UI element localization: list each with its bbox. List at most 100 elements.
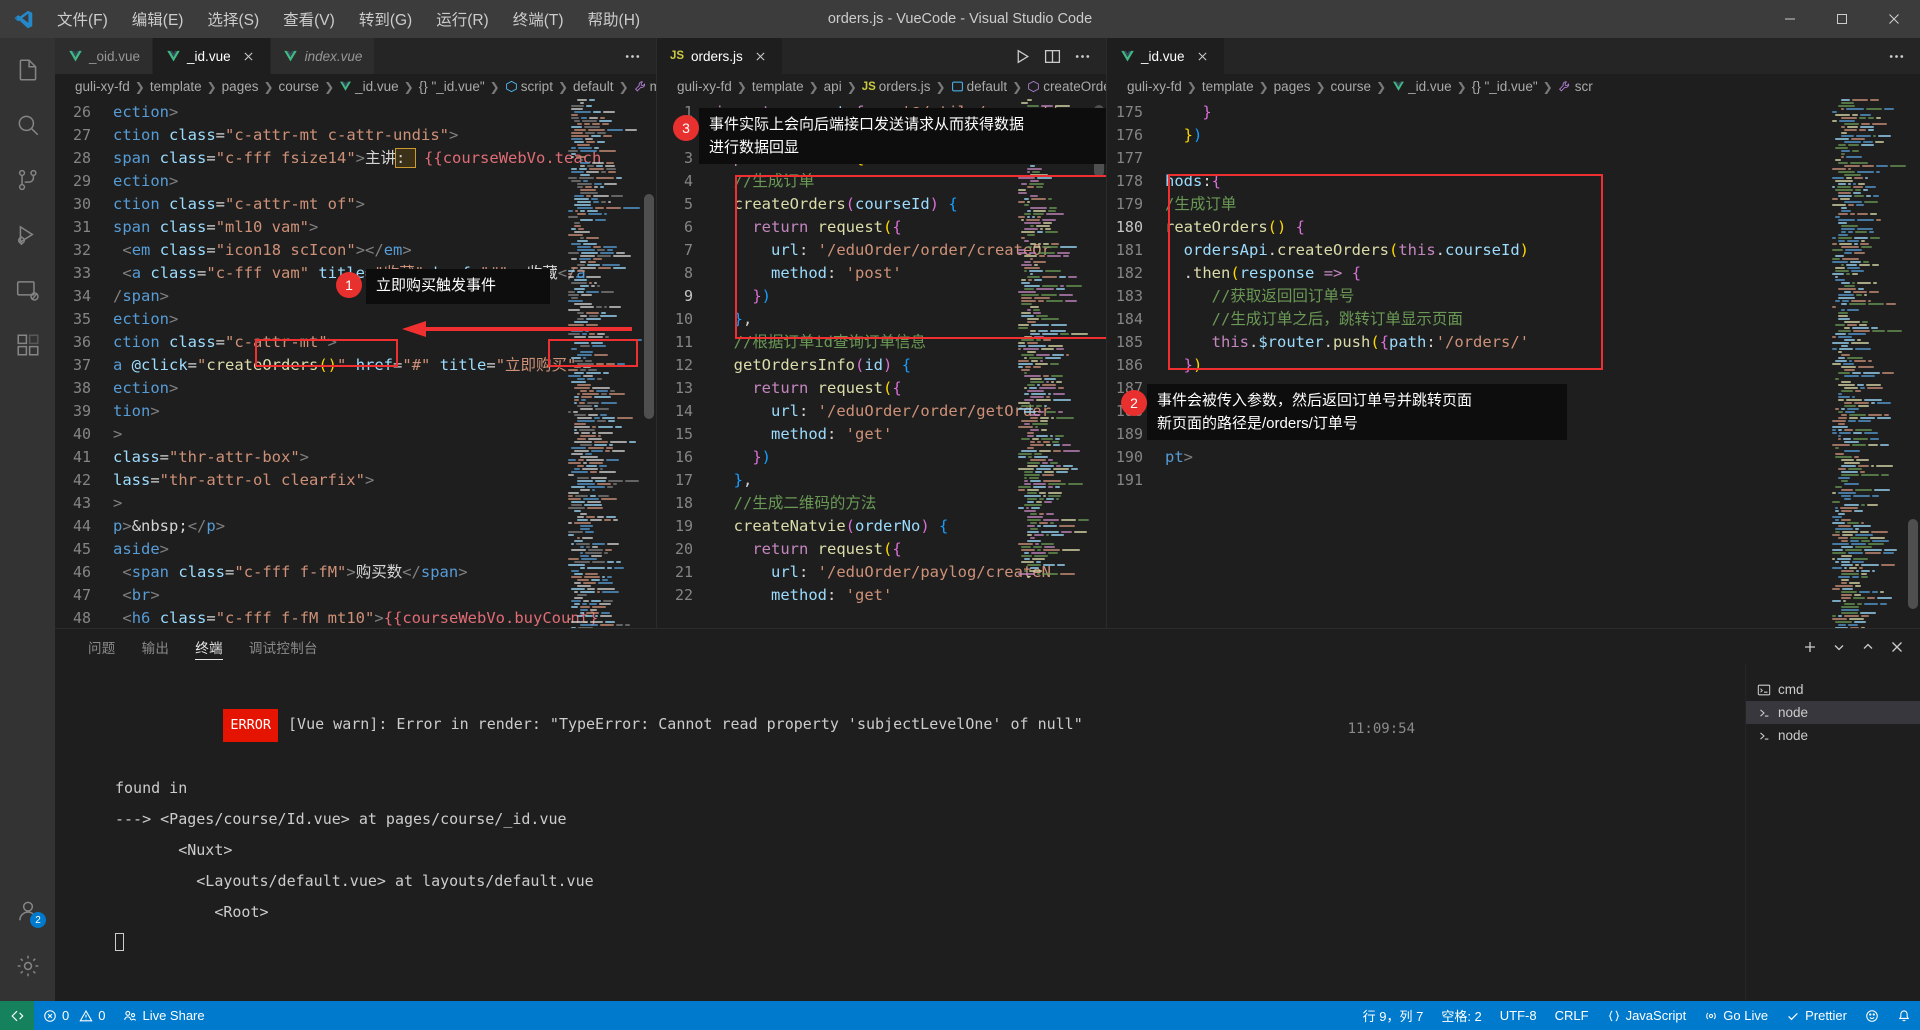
breadcrumb-1[interactable]: guli-xy-fd ❯ template ❯ pages ❯ course ❯ _id… [55, 74, 656, 99]
code-lines-2[interactable]: 1import request from '@/utils/request' 2… [657, 99, 1106, 628]
language-mode[interactable]: JavaScript [1598, 1001, 1696, 1030]
more-actions-icon[interactable] [618, 42, 646, 70]
panel-tab-output[interactable]: 输出 [129, 629, 183, 664]
close-icon[interactable] [1868, 0, 1920, 38]
breadcrumb-item[interactable]: orders.js [879, 79, 931, 94]
split-editor-icon[interactable] [1038, 42, 1066, 70]
code-editor-1[interactable]: 26 ection> 27 ction class="c-attr-mt c-att… [55, 99, 656, 628]
terminal-output[interactable]: ERROR [Vue warn]: Error in render: "TypeE… [55, 664, 1745, 1001]
minimize-icon[interactable] [1764, 0, 1816, 38]
breadcrumb-item[interactable]: script [521, 79, 553, 94]
terminal-list[interactable]: cmd node node [1745, 664, 1920, 1001]
terminal-list-item-cmd[interactable]: cmd [1746, 678, 1920, 701]
code-lines-1[interactable]: 26 ection> 27 ction class="c-attr-mt c-att… [55, 99, 656, 628]
panel-actions[interactable] [1797, 634, 1920, 660]
debug-icon[interactable] [0, 207, 55, 262]
go-live-button[interactable]: Go Live [1695, 1001, 1777, 1030]
breadcrumb-item[interactable]: course [1331, 79, 1372, 94]
eol[interactable]: CRLF [1546, 1001, 1598, 1030]
menu-view[interactable]: 查看(V) [272, 4, 346, 34]
menu-file[interactable]: 文件(F) [46, 4, 119, 34]
tab-id-vue-right[interactable]: _id.vue [1107, 38, 1225, 74]
terminal-list-item-node-1[interactable]: node [1746, 701, 1920, 724]
menu-terminal[interactable]: 终端(T) [502, 4, 575, 34]
menu-help[interactable]: 帮助(H) [577, 4, 652, 34]
panel-tabs[interactable]: 问题 输出 终端 调试控制台 [75, 629, 331, 664]
extensions-icon[interactable] [0, 317, 55, 372]
panel-tab-debug-console[interactable]: 调试控制台 [236, 629, 331, 664]
breadcrumb-item[interactable]: template [752, 79, 804, 94]
chevron-down-icon[interactable] [1826, 634, 1852, 660]
terminal-list-item-node-2[interactable]: node [1746, 724, 1920, 747]
breadcrumb-item[interactable]: guli-xy-fd [677, 79, 732, 94]
bell-icon[interactable] [1888, 1001, 1920, 1030]
tab-orders-js[interactable]: JS orders.js [657, 38, 783, 74]
breadcrumb-2[interactable]: guli-xy-fd ❯ template ❯ api ❯ JS orders.js ❯… [657, 74, 1106, 99]
breadcrumb-3[interactable]: guli-xy-fd ❯ template ❯ pages ❯ course ❯ _id… [1107, 74, 1920, 99]
remote-explorer-icon[interactable] [0, 262, 55, 317]
close-icon[interactable] [239, 47, 258, 66]
breadcrumb-item[interactable]: guli-xy-fd [75, 79, 130, 94]
files-icon[interactable] [0, 42, 55, 97]
remote-host-button[interactable] [0, 1001, 34, 1030]
breadcrumb-item[interactable]: scr [1575, 79, 1593, 94]
account-icon[interactable]: 2 [0, 883, 55, 938]
panel-tab-problems[interactable]: 问题 [75, 629, 129, 664]
prettier-button[interactable]: Prettier [1777, 1001, 1856, 1030]
editor-scrollbar-2[interactable] [1092, 99, 1106, 628]
breadcrumb-item[interactable]: {} "_id.vue" [419, 79, 485, 94]
problems-button[interactable]: 0 0 [34, 1001, 114, 1030]
breadcrumb-item[interactable]: default [967, 79, 1008, 94]
editor-scrollbar-1[interactable] [642, 99, 656, 628]
breadcrumb-item[interactable]: _id.vue [355, 79, 399, 94]
search-icon[interactable] [0, 97, 55, 152]
tab-bar-1[interactable]: _oid.vue _id.vue index.vue [55, 38, 656, 74]
breadcrumb-item[interactable]: template [150, 79, 202, 94]
tab-bar-actions-2[interactable] [1008, 38, 1106, 74]
feedback-button[interactable] [1856, 1001, 1888, 1030]
menu-selection[interactable]: 选择(S) [196, 4, 270, 34]
menu-bar[interactable]: 文件(F) 编辑(E) 选择(S) 查看(V) 转到(G) 运行(R) 终端(T… [46, 4, 651, 34]
status-bar[interactable]: 0 0 Live Share 行 9，列 7 空格: 2 UTF-8 CRLF … [0, 1001, 1920, 1030]
close-panel-icon[interactable] [1884, 634, 1910, 660]
tab-bar-2[interactable]: JS orders.js [657, 38, 1106, 74]
tab-bar-actions-1[interactable] [618, 38, 656, 74]
breadcrumb-item[interactable]: pages [1274, 79, 1311, 94]
breadcrumb-item[interactable]: _id.vue [1408, 79, 1452, 94]
close-icon[interactable] [1193, 47, 1212, 66]
code-editor-3[interactable]: 175 } 176 }) 177 178 hods:{ 179/生成订单 180 r… [1107, 99, 1920, 628]
window-controls[interactable] [1764, 0, 1920, 38]
code-editor-2[interactable]: 1import request from '@/utils/request' 2… [657, 99, 1106, 628]
editor-scrollbar-3[interactable] [1906, 99, 1920, 628]
live-share-button[interactable]: Live Share [114, 1001, 213, 1030]
encoding[interactable]: UTF-8 [1491, 1001, 1546, 1030]
status-bar-right[interactable]: 行 9，列 7 空格: 2 UTF-8 CRLF JavaScript Go L… [1354, 1001, 1920, 1030]
tab-bar-actions-3[interactable] [1882, 38, 1920, 74]
breadcrumb-item[interactable]: guli-xy-fd [1127, 79, 1182, 94]
menu-edit[interactable]: 编辑(E) [121, 4, 195, 34]
breadcrumb-item[interactable]: pages [222, 79, 259, 94]
source-control-icon[interactable] [0, 152, 55, 207]
breadcrumb-item[interactable]: {} "_id.vue" [1472, 79, 1538, 94]
more-actions-icon[interactable] [1068, 42, 1096, 70]
breadcrumb-item[interactable]: createOrders [1043, 79, 1106, 94]
tab-index-vue[interactable]: index.vue [270, 38, 376, 74]
breadcrumb-item[interactable]: template [1202, 79, 1254, 94]
panel-tab-terminal[interactable]: 终端 [182, 629, 236, 664]
menu-run[interactable]: 运行(R) [425, 4, 500, 34]
add-terminal-icon[interactable] [1797, 634, 1823, 660]
tab-bar-3[interactable]: _id.vue [1107, 38, 1920, 74]
tab-id-vue[interactable]: _id.vue [153, 38, 271, 74]
indentation[interactable]: 空格: 2 [1432, 1001, 1490, 1030]
cursor-position[interactable]: 行 9，列 7 [1354, 1001, 1433, 1030]
menu-go[interactable]: 转到(G) [348, 4, 423, 34]
breadcrumb-item[interactable]: api [824, 79, 842, 94]
gear-icon[interactable] [0, 938, 55, 993]
breadcrumb-item[interactable]: course [279, 79, 320, 94]
maximize-panel-icon[interactable] [1855, 634, 1881, 660]
code-lines-3[interactable]: 175 } 176 }) 177 178 hods:{ 179/生成订单 180 r… [1107, 99, 1920, 628]
activity-bar[interactable]: 2 [0, 38, 55, 1001]
run-icon[interactable] [1008, 42, 1036, 70]
maximize-icon[interactable] [1816, 0, 1868, 38]
more-actions-icon[interactable] [1882, 42, 1910, 70]
